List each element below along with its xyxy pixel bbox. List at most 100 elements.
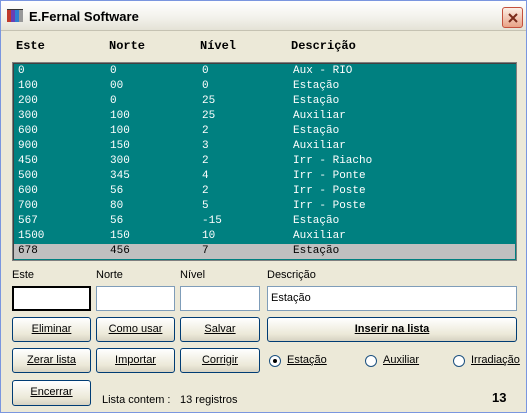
list-row[interactable]: 567 56 -15 Estação — [14, 214, 515, 229]
close-icon — [508, 13, 518, 23]
close-button[interactable] — [502, 7, 523, 28]
corrigir-button[interactable]: Corrigir — [180, 348, 260, 373]
list-cell: 25 — [202, 110, 216, 122]
list-row[interactable]: 100 00 0 Estação — [14, 79, 515, 94]
label-norte: Norte — [96, 269, 123, 281]
eliminar-button[interactable]: Eliminar — [12, 317, 91, 342]
list-cell: Irr - Riacho — [293, 155, 373, 167]
radio-irradiacao-label: Irradiação — [471, 354, 520, 366]
list-cell: 0 — [202, 80, 209, 92]
list-row[interactable]: 678 456 7 Estação — [14, 244, 515, 259]
list-cell: 80 — [110, 200, 124, 212]
list-cell: 25 — [202, 95, 216, 107]
list-cell: -15 — [202, 215, 222, 227]
list-cell: Auxiliar — [293, 230, 346, 242]
list-cell: 700 — [18, 200, 38, 212]
list-cell: 1500 — [18, 230, 45, 242]
status-label: Lista contem : — [102, 394, 171, 406]
zerar-lista-button[interactable]: Zerar lista — [12, 348, 91, 373]
list-cell: Estação — [293, 245, 340, 257]
list-cell: 678 — [18, 245, 38, 257]
label-este: Este — [12, 269, 35, 281]
list-cell: 2 — [202, 185, 209, 197]
app-icon — [7, 9, 23, 22]
radio-circle — [453, 355, 465, 367]
main-window: E.Fernal Software Este Norte Nível Descr… — [0, 0, 527, 413]
list-cell: Auxiliar — [293, 110, 346, 122]
list-cell: Estação — [293, 80, 340, 92]
salvar-button[interactable]: Salvar — [180, 317, 260, 342]
list-cell: 4 — [202, 170, 209, 182]
list-row[interactable]: 500 345 4 Irr - Ponte — [14, 169, 515, 184]
list-cell: 100 — [110, 125, 130, 137]
list-cell: Irr - Poste — [293, 185, 366, 197]
como-usar-button[interactable]: Como usar — [96, 317, 175, 342]
list-cell: 2 — [202, 155, 209, 167]
list-row[interactable]: 600 100 2 Estação — [14, 124, 515, 139]
list-cell: 345 — [110, 170, 130, 182]
list-row[interactable]: 450 300 2 Irr - Riacho — [14, 154, 515, 169]
column-header-norte: Norte — [109, 39, 146, 53]
list-cell: 56 — [110, 185, 124, 197]
points-listbox[interactable]: 0 0 0 Aux - RIO 100 00 0 Estação 200 0 25 Estação 30… — [12, 62, 517, 261]
list-cell: 0 — [18, 65, 25, 77]
list-cell: 300 — [18, 110, 38, 122]
list-cell: 450 — [18, 155, 38, 167]
norte-input[interactable] — [96, 286, 175, 311]
list-row[interactable]: 200 0 25 Estação — [14, 94, 515, 109]
radio-circle — [269, 355, 281, 367]
label-nivel: Nível — [180, 269, 206, 281]
list-row[interactable]: 900 150 3 Auxiliar — [14, 139, 515, 154]
list-cell: 150 — [110, 140, 130, 152]
list-row[interactable]: 700 80 5 Irr - Poste — [14, 199, 515, 214]
radio-circle — [365, 355, 377, 367]
list-cell: 100 — [18, 80, 38, 92]
list-cell: Estação — [293, 215, 340, 227]
radio-selected-dot — [273, 359, 277, 363]
radio-estacao-label: Estação — [287, 354, 327, 366]
list-cell: Irr - Poste — [293, 200, 366, 212]
column-header-este: Este — [16, 39, 45, 53]
status-value: 13 registros — [180, 394, 238, 406]
list-cell: Aux - RIO — [293, 65, 353, 77]
list-row[interactable]: 300 100 25 Auxiliar — [14, 109, 515, 124]
list-cell: 0 — [110, 95, 117, 107]
importar-button[interactable]: Importar — [96, 348, 175, 373]
column-header-descricao: Descrição — [291, 39, 356, 53]
list-cell: 500 — [18, 170, 38, 182]
list-cell: Estação — [293, 125, 340, 137]
list-cell: 600 — [18, 185, 38, 197]
list-cell: 3 — [202, 140, 209, 152]
window-title: E.Fernal Software — [29, 9, 139, 24]
column-header-nivel: Nível — [200, 39, 237, 53]
list-cell: 567 — [18, 215, 38, 227]
list-cell: Irr - Ponte — [293, 170, 366, 182]
list-row[interactable]: 1500 150 10 Auxiliar — [14, 229, 515, 244]
list-cell: 2 — [202, 125, 209, 137]
list-cell: 7 — [202, 245, 209, 257]
list-cell: 10 — [202, 230, 216, 242]
list-cell: 0 — [202, 65, 209, 77]
descricao-input[interactable]: Estação — [267, 286, 517, 311]
list-cell: 5 — [202, 200, 209, 212]
list-cell: Estação — [293, 95, 340, 107]
record-count: 13 — [492, 390, 507, 405]
list-cell: 200 — [18, 95, 38, 107]
title-bar[interactable]: E.Fernal Software — [1, 1, 526, 31]
list-cell: 100 — [110, 110, 130, 122]
list-cell: 150 — [110, 230, 130, 242]
label-descricao: Descrição — [267, 269, 316, 281]
encerrar-button[interactable]: Encerrar — [12, 380, 91, 406]
list-row[interactable]: 0 0 0 Aux - RIO — [14, 64, 515, 79]
list-cell: 00 — [110, 80, 124, 92]
list-cell: 0 — [110, 65, 117, 77]
nivel-input[interactable] — [180, 286, 260, 311]
list-cell: Auxiliar — [293, 140, 346, 152]
inserir-na-lista-button[interactable]: Inserir na lista — [267, 317, 517, 342]
list-cell: 456 — [110, 245, 130, 257]
list-cell: 600 — [18, 125, 38, 137]
list-row[interactable]: 600 56 2 Irr - Poste — [14, 184, 515, 199]
list-cell: 56 — [110, 215, 124, 227]
list-cell: 300 — [110, 155, 130, 167]
este-input[interactable] — [12, 286, 91, 311]
